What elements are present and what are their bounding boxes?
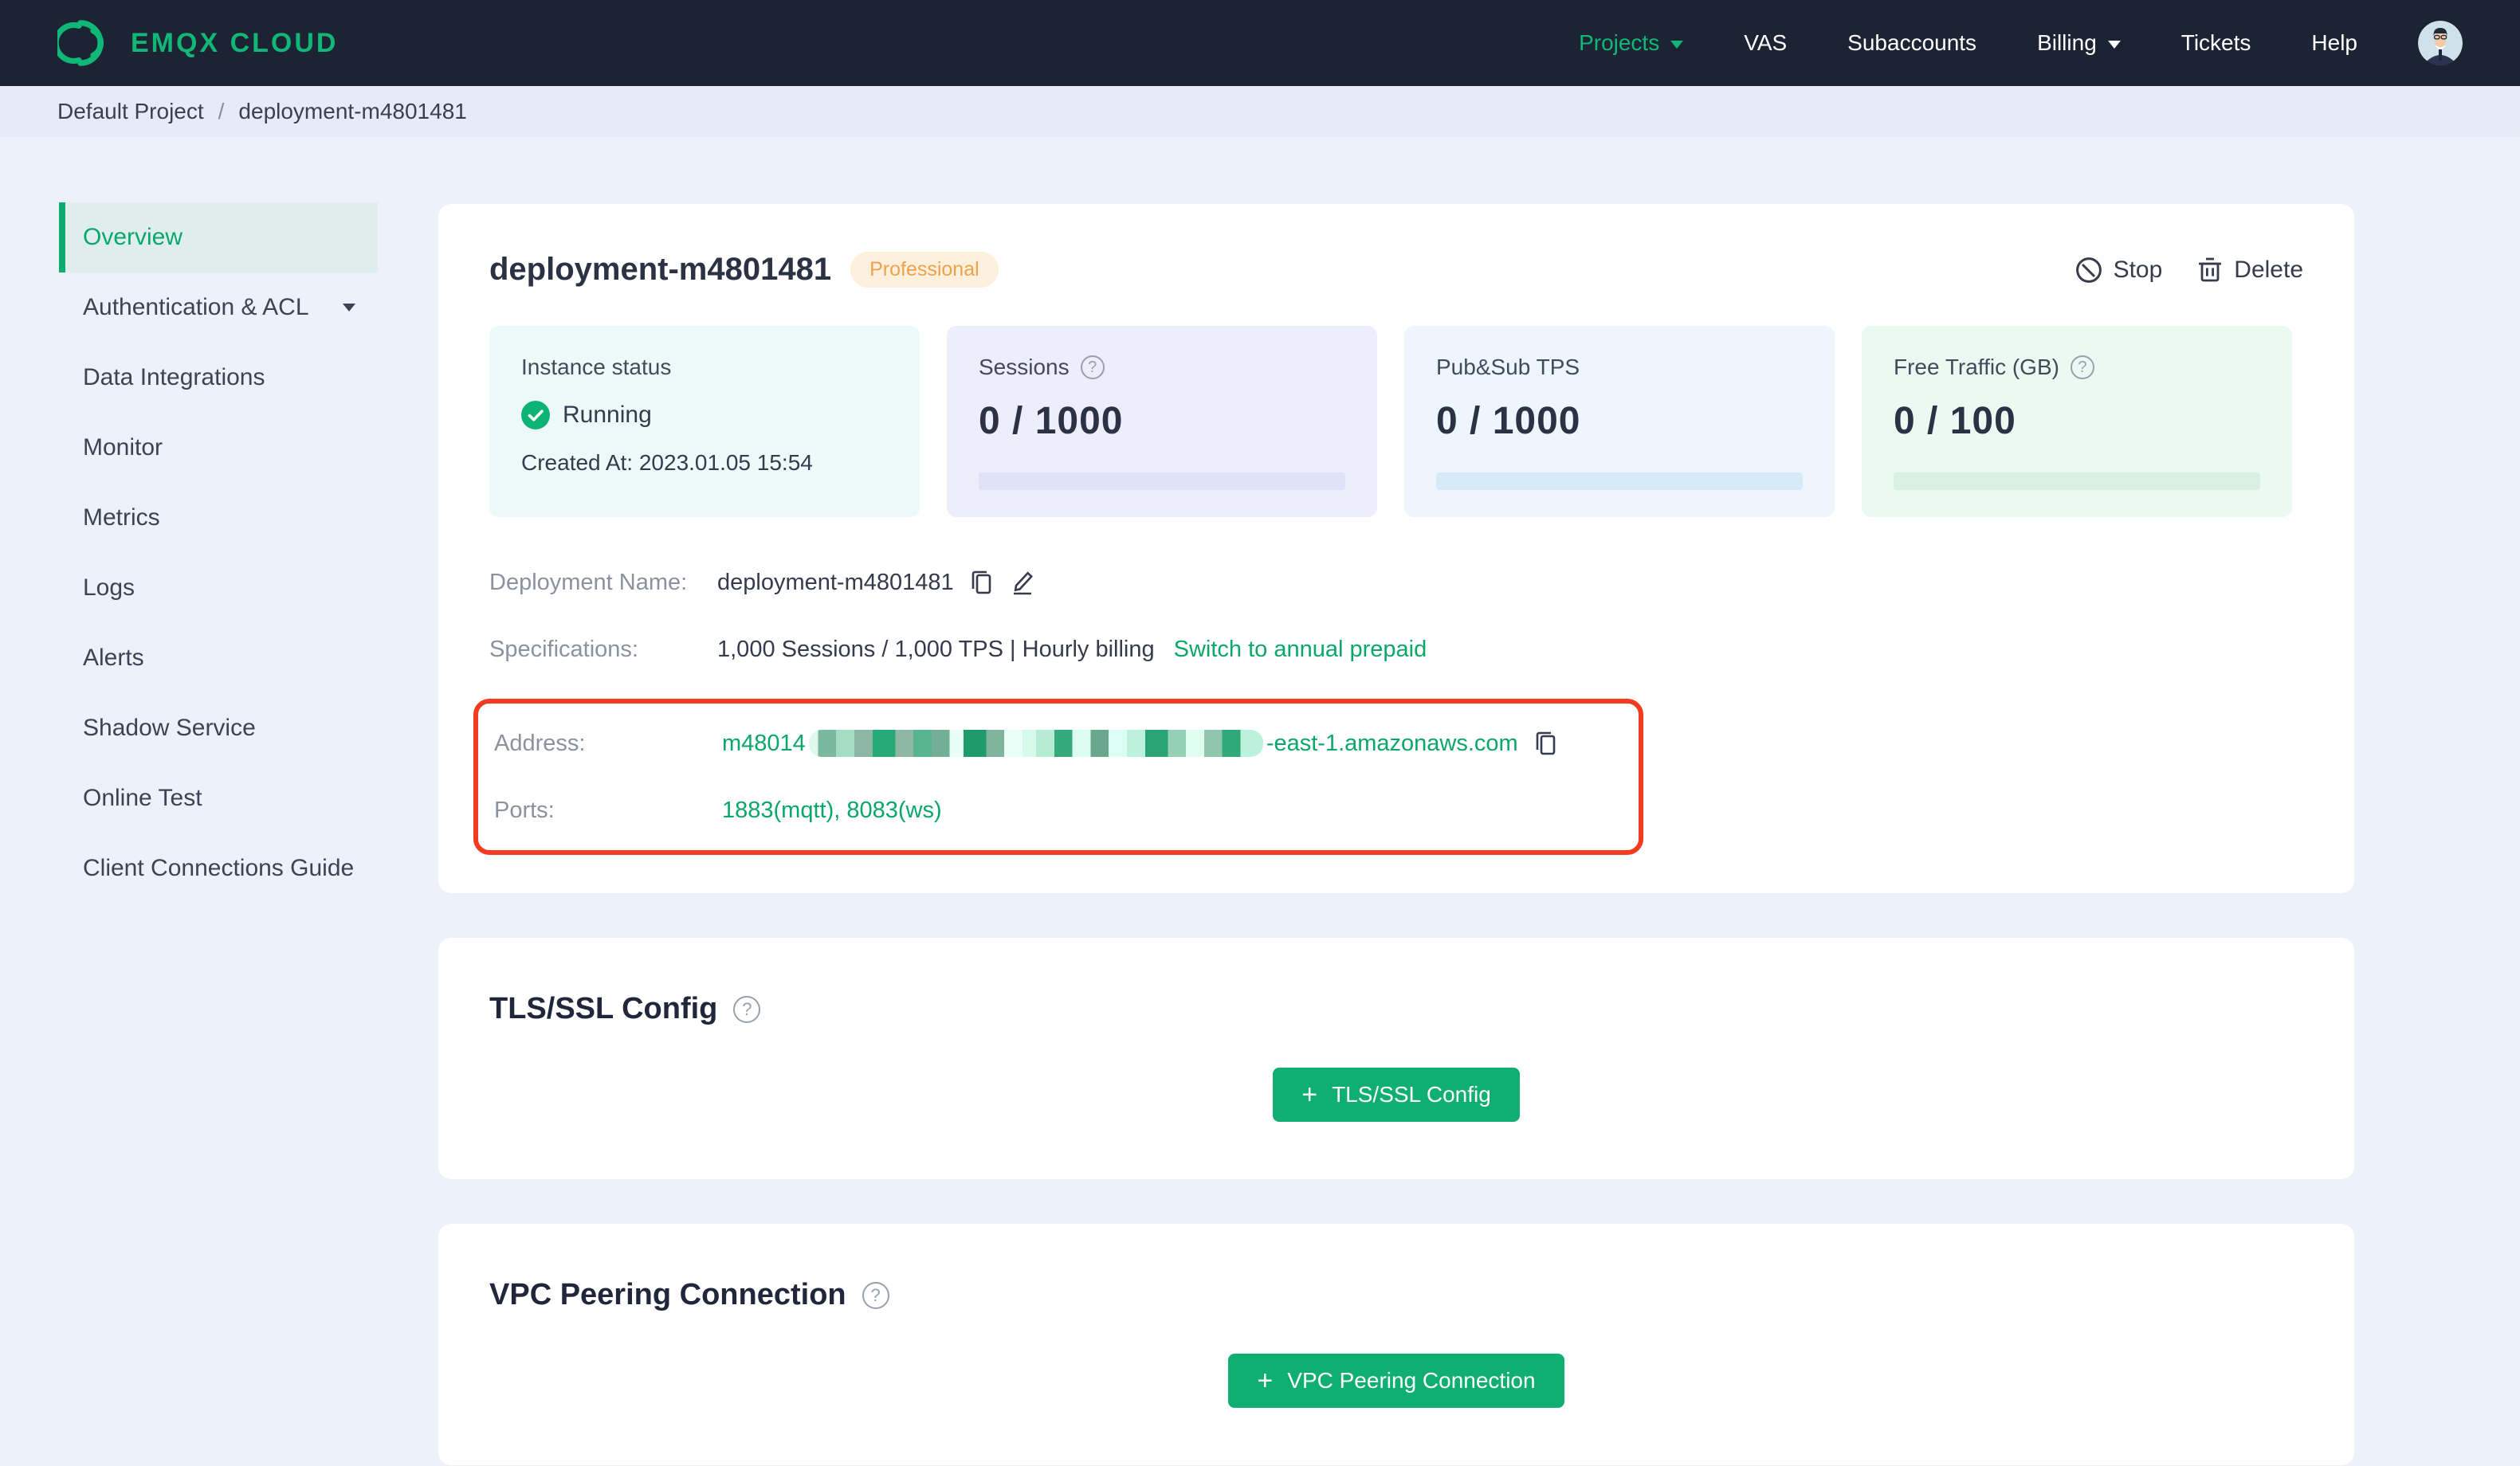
- help-icon[interactable]: ?: [733, 995, 761, 1023]
- user-avatar[interactable]: [2418, 21, 2463, 65]
- stop-button[interactable]: Stop: [2075, 257, 2162, 284]
- delete-button[interactable]: Delete: [2197, 257, 2303, 284]
- address-label: Address:: [494, 730, 586, 756]
- deployment-info: Deployment Name: deployment-m4801481 Spe…: [473, 565, 2303, 855]
- help-icon[interactable]: ?: [2070, 355, 2094, 379]
- top-navigation-bar: EMQX CLOUD Projects VAS Subaccounts Bill…: [0, 0, 2520, 86]
- breadcrumb-project[interactable]: Default Project: [57, 99, 204, 124]
- nav-subaccounts[interactable]: Subaccounts: [1847, 30, 1976, 56]
- pubsub-tps-label: Pub&Sub TPS: [1436, 355, 1580, 379]
- sessions-card: Sessions ? 0 / 1000: [947, 326, 1377, 517]
- ports-value: 1883(mqtt), 8083(ws): [722, 797, 942, 823]
- main-content: deployment-m4801481 Professional Stop De…: [438, 137, 2354, 1465]
- plus-icon: +: [1301, 1080, 1318, 1110]
- deployment-overview-card: deployment-m4801481 Professional Stop De…: [438, 204, 2354, 893]
- stop-icon: [2075, 257, 2102, 284]
- edit-icon[interactable]: [1010, 569, 1035, 596]
- sidebar-item-metrics[interactable]: Metrics: [59, 483, 378, 553]
- specifications-label: Specifications:: [489, 636, 638, 662]
- add-vpc-peering-connection-button[interactable]: + VPC Peering Connection: [1228, 1354, 1564, 1408]
- free-traffic-label: Free Traffic (GB): [1894, 355, 2059, 379]
- pubsub-tps-card: Pub&Sub TPS 0 / 1000: [1404, 326, 1835, 517]
- tls-ssl-section: TLS/SSL Config ? + TLS/SSL Config: [438, 938, 2354, 1179]
- sessions-progress-bar: [979, 472, 1345, 490]
- vpc-peering-heading: VPC Peering Connection: [489, 1278, 846, 1311]
- instance-status-label: Instance status: [521, 355, 672, 379]
- chevron-down-icon: [343, 304, 355, 312]
- sessions-label: Sessions: [979, 355, 1070, 379]
- sidebar: Overview Authentication & ACL Data Integ…: [0, 137, 406, 904]
- breadcrumb-separator: /: [218, 99, 225, 123]
- specifications-value: 1,000 Sessions / 1,000 TPS | Hourly bill…: [717, 636, 1155, 662]
- copy-icon[interactable]: [970, 570, 994, 595]
- copy-icon[interactable]: [1534, 731, 1558, 756]
- instance-status-card: Instance status Running Created At: 2023…: [489, 326, 920, 517]
- brand-name: EMQX CLOUD: [131, 27, 339, 58]
- sidebar-item-client-connections-guide[interactable]: Client Connections Guide: [59, 833, 378, 904]
- emqx-cloud-console: EMQX CLOUD Projects VAS Subaccounts Bill…: [0, 0, 2520, 1466]
- deployment-name-label: Deployment Name:: [489, 569, 688, 595]
- nav-help[interactable]: Help: [2311, 30, 2357, 56]
- free-traffic-progress-bar: [1894, 472, 2260, 490]
- tls-ssl-heading: TLS/SSL Config: [489, 992, 718, 1025]
- top-nav-menu: Projects VAS Subaccounts Billing Tickets…: [1579, 21, 2463, 65]
- trash-icon: [2197, 257, 2223, 284]
- add-tls-ssl-config-button[interactable]: + TLS/SSL Config: [1273, 1068, 1520, 1122]
- sidebar-item-data-integrations[interactable]: Data Integrations: [59, 343, 378, 413]
- switch-annual-prepaid-link[interactable]: Switch to annual prepaid: [1174, 637, 1427, 663]
- ports-label: Ports:: [494, 797, 555, 823]
- nav-projects[interactable]: Projects: [1579, 30, 1684, 56]
- sidebar-item-online-test[interactable]: Online Test: [59, 763, 378, 833]
- nav-tickets[interactable]: Tickets: [2181, 30, 2251, 56]
- sidebar-item-shadow-service[interactable]: Shadow Service: [59, 693, 378, 763]
- sidebar-item-monitor[interactable]: Monitor: [59, 413, 378, 483]
- sidebar-item-alerts[interactable]: Alerts: [59, 623, 378, 693]
- free-traffic-value: 0 / 100: [1894, 400, 2016, 442]
- plan-badge: Professional: [850, 252, 999, 288]
- free-traffic-card: Free Traffic (GB) ? 0 / 100: [1862, 326, 2292, 517]
- check-circle-icon: [521, 401, 550, 429]
- nav-vas[interactable]: VAS: [1744, 30, 1787, 56]
- plus-icon: +: [1257, 1366, 1274, 1396]
- help-icon[interactable]: ?: [1080, 355, 1105, 379]
- pubsub-tps-progress-bar: [1436, 472, 1803, 490]
- annotation-highlight-box: Address: m48014 -east-1.amazonaws.com Po…: [473, 699, 1643, 855]
- sidebar-item-overview[interactable]: Overview: [59, 202, 378, 272]
- stats-row: Instance status Running Created At: 2023…: [489, 326, 2303, 517]
- deployment-name-value: deployment-m4801481: [717, 569, 954, 595]
- deployment-title: deployment-m4801481: [489, 252, 832, 287]
- chevron-down-icon: [1670, 41, 1684, 49]
- pubsub-tps-value: 0 / 1000: [1436, 400, 1581, 442]
- sidebar-item-authentication-acl[interactable]: Authentication & ACL: [59, 272, 378, 343]
- address-redacted-segment: [808, 730, 1263, 757]
- address-prefix: m48014: [722, 730, 806, 756]
- nav-billing[interactable]: Billing: [2037, 30, 2121, 56]
- breadcrumb-current: deployment-m4801481: [238, 99, 467, 123]
- chevron-down-icon: [2107, 41, 2121, 49]
- brand-logo[interactable]: EMQX CLOUD: [57, 18, 338, 69]
- vpc-peering-section: VPC Peering Connection ? + VPC Peering C…: [438, 1224, 2354, 1465]
- sessions-value: 0 / 1000: [979, 400, 1124, 442]
- created-at: Created At: 2023.01.05 15:54: [521, 450, 813, 475]
- sidebar-item-logs[interactable]: Logs: [59, 553, 378, 623]
- help-icon[interactable]: ?: [862, 1281, 889, 1309]
- emqx-logo-icon: [57, 18, 115, 69]
- instance-status-value: Running: [563, 402, 652, 428]
- breadcrumb: Default Project / deployment-m4801481: [0, 86, 2520, 137]
- address-suffix: -east-1.amazonaws.com: [1266, 730, 1518, 756]
